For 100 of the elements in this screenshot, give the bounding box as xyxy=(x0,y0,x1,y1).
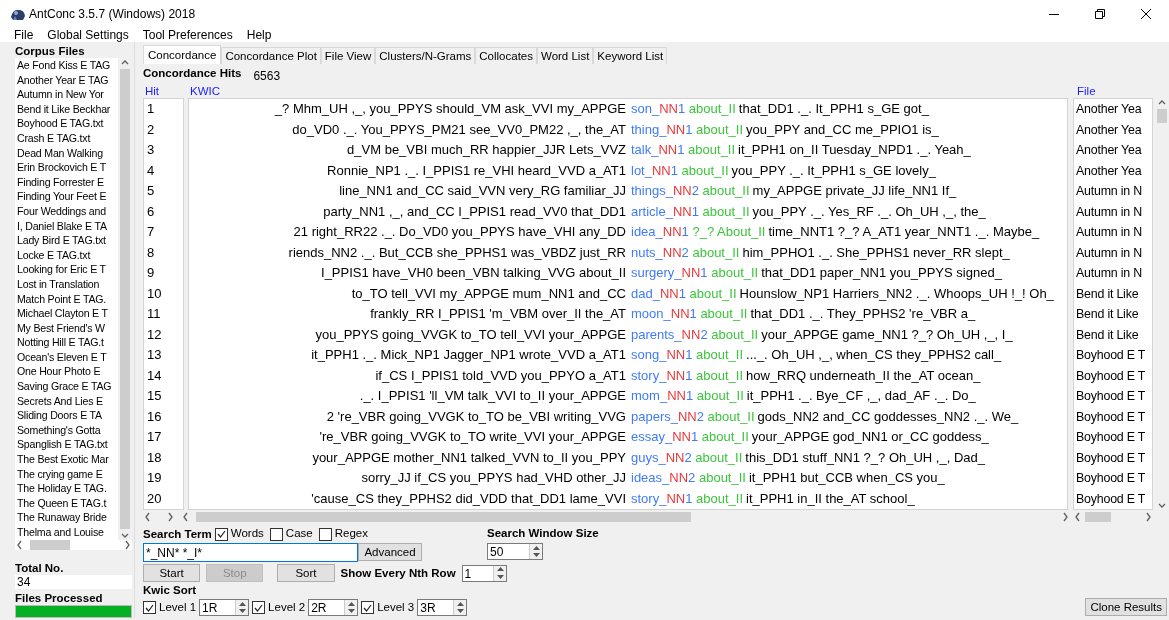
file-list-item[interactable]: Locke E TAG.txt xyxy=(17,247,118,263)
spin-down-icon[interactable] xyxy=(532,553,540,558)
checkbox[interactable] xyxy=(318,527,332,541)
file-list-item[interactable]: Another Year E TAG xyxy=(17,72,118,88)
file-list-item[interactable]: My Best Friend's W xyxy=(17,320,118,336)
column-header[interactable]: KWIC xyxy=(190,85,1077,98)
context-text: 'cause_CS they_PPHS2 did_VDD that_DD1 lame_VVI xyxy=(310,489,626,508)
file-list-item[interactable]: Looking for Eric E T xyxy=(17,262,118,277)
scrollbar-thumb[interactable] xyxy=(1157,109,1167,123)
spin-down-icon[interactable] xyxy=(496,574,504,579)
column-header[interactable]: File xyxy=(1077,85,1169,98)
sort-button[interactable]: Sort xyxy=(277,564,335,582)
file-list-item[interactable]: Secrets And Lies E xyxy=(17,393,118,409)
menu-item[interactable]: Help xyxy=(246,28,272,42)
spin-up-icon[interactable] xyxy=(456,601,464,606)
context-text: Ronnie_NP1 ._. I_PPIS1 re_VHI heard_VVD a_AT1 xyxy=(326,161,626,180)
search-field[interactable]: *_NN* *_I* xyxy=(143,543,358,562)
scroll-left-icon[interactable] xyxy=(1073,512,1082,522)
file-list-item[interactable]: Boyhood E TAG.txt xyxy=(17,116,118,131)
checkbox[interactable] xyxy=(214,527,228,541)
file-list-item[interactable]: The Holiday E TAG. xyxy=(17,481,118,496)
column-header[interactable]: Hit xyxy=(143,85,190,98)
scrollbar[interactable] xyxy=(118,58,132,540)
window-size-spinner[interactable]: 50 xyxy=(487,543,543,560)
advanced-button[interactable]: Advanced xyxy=(358,543,422,561)
sort-level-spinner[interactable]: 2R xyxy=(308,599,359,617)
file-list-item[interactable]: Lady Bird E TAG.txt xyxy=(17,233,118,248)
file-list-item[interactable]: Something's Gotta xyxy=(17,422,118,438)
tab[interactable]: File View xyxy=(320,47,376,64)
scroll-down-icon[interactable] xyxy=(1157,501,1167,510)
row-interval-spinner[interactable]: 1 xyxy=(461,564,507,582)
scroll-right-icon[interactable] xyxy=(1144,512,1153,522)
context-text: my_APPGE private_JJ life_NN1 If_ xyxy=(752,183,957,198)
tab[interactable]: Word List xyxy=(537,47,594,64)
file-list-item[interactable]: Four Weddings and xyxy=(17,203,118,219)
file-list-item[interactable]: Sliding Doors E TA xyxy=(17,408,118,423)
menu-item[interactable]: Tool Preferences xyxy=(142,28,233,42)
checkbox-label: Words xyxy=(230,526,264,542)
scrollbar[interactable] xyxy=(15,539,132,551)
file-list-item[interactable]: Spanglish E TAG.txt xyxy=(17,437,118,453)
spin-down-icon[interactable] xyxy=(456,609,464,614)
sort-level-spinner[interactable]: 3R xyxy=(417,599,468,617)
scroll-right-icon[interactable] xyxy=(166,512,175,522)
file-list-item[interactable]: Notting Hill E TAG.t xyxy=(17,335,118,350)
file-list-item[interactable]: Bend it Like Beckhar xyxy=(17,101,118,117)
checkbox[interactable] xyxy=(143,601,156,615)
tab[interactable]: Collocates xyxy=(475,47,537,64)
hit-number: 10 xyxy=(146,284,163,303)
file-list-item[interactable]: The Queen E TAG.t xyxy=(17,495,118,511)
tab[interactable]: Keyword List xyxy=(593,47,668,64)
file-list-item[interactable]: Thelma and Louise xyxy=(17,525,118,540)
scroll-left-icon[interactable] xyxy=(15,539,24,550)
file-list-item[interactable]: Match Point E TAG. xyxy=(17,291,118,307)
checkbox-label: Case xyxy=(285,526,313,542)
scroll-right-icon[interactable] xyxy=(1061,512,1070,522)
context-text: him_PPHO1 ._. She_PPHS1 never_RR slept_ xyxy=(742,244,1010,260)
context-text: I_PPIS1 have_VH0 been_VBN talking_VVG about_II xyxy=(320,264,626,282)
clone-results-button[interactable]: Clone Results xyxy=(1085,598,1167,617)
scroll-right-icon[interactable] xyxy=(123,539,132,550)
file-name: Boyhood E T xyxy=(1075,490,1147,508)
checkbox[interactable] xyxy=(252,601,266,615)
file-list-item[interactable]: One Hour Photo E xyxy=(17,364,118,380)
file-list-item[interactable]: The crying game E xyxy=(17,466,118,482)
spin-down-icon[interactable] xyxy=(347,609,355,614)
checkbox[interactable] xyxy=(361,601,375,615)
context-text: if_CS I_PPIS1 told_VVD you_PPYO a_AT1 xyxy=(374,366,626,385)
file-list-item[interactable]: Lost in Translation xyxy=(17,276,118,292)
file-list-item[interactable]: Ocean's Eleven E T xyxy=(17,349,118,365)
spin-down-icon[interactable] xyxy=(238,609,246,614)
context-text: that_DD1 ._. It_PPH1 s_GE got_ xyxy=(738,101,929,116)
file-list-item[interactable]: Erin Brockovich E T xyxy=(17,160,118,175)
tab[interactable]: Concordance xyxy=(143,45,222,64)
spin-up-icon[interactable] xyxy=(238,601,246,606)
scroll-up-icon[interactable] xyxy=(120,58,130,67)
spin-up-icon[interactable] xyxy=(532,545,540,550)
menu-item[interactable]: Global Settings xyxy=(47,28,129,42)
close-icon xyxy=(1141,9,1151,19)
file-list-item[interactable]: Saving Grace E TAG xyxy=(17,379,118,394)
file-list-item[interactable]: The Best Exotic Mar xyxy=(17,452,118,467)
scroll-left-icon[interactable] xyxy=(143,512,152,522)
file-list-item[interactable]: Ae Fond Kiss E TAG xyxy=(17,58,118,73)
scroll-left-icon[interactable] xyxy=(181,512,190,522)
start-button[interactable]: Start xyxy=(143,564,201,582)
menu-item[interactable]: File xyxy=(14,28,34,42)
file-list-item[interactable]: I, Daniel Blake E TA xyxy=(17,218,118,234)
file-list-item[interactable]: Autumn in New Yor xyxy=(17,87,118,102)
tab[interactable]: Clusters/N-Grams xyxy=(375,47,476,64)
checkbox[interactable] xyxy=(269,527,283,541)
scroll-up-icon[interactable] xyxy=(1157,98,1167,107)
file-list-item[interactable]: The Runaway Bride xyxy=(17,510,118,525)
keyword-text: guys_NN2 about_II xyxy=(631,449,743,465)
file-list-item[interactable]: Finding Your Feet E xyxy=(17,189,118,204)
file-list-item[interactable]: Dead Man Walking xyxy=(17,145,118,161)
spin-up-icon[interactable] xyxy=(347,601,355,606)
sort-level-spinner[interactable]: 1R xyxy=(199,599,250,617)
file-list-item[interactable]: Crash E TAG.txt xyxy=(17,130,118,146)
file-list-item[interactable]: Michael Clayton E T xyxy=(17,306,118,321)
spin-up-icon[interactable] xyxy=(496,567,504,572)
file-list-item[interactable]: Finding Forrester E xyxy=(17,174,118,190)
tab[interactable]: Concordance Plot xyxy=(221,47,321,64)
